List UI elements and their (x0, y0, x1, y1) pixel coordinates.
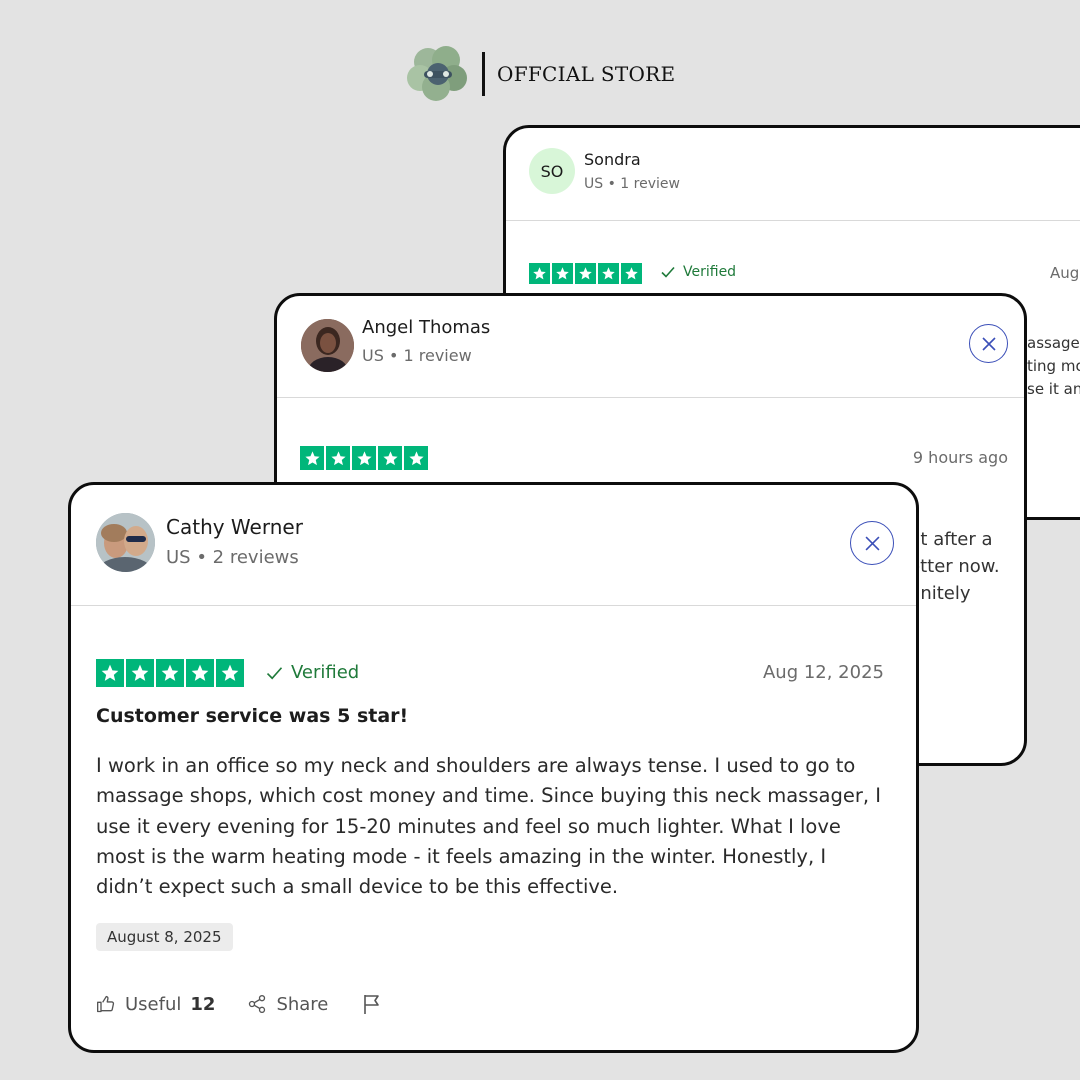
avatar (96, 513, 155, 572)
verified-label: Verified (683, 264, 737, 280)
report-button[interactable] (362, 993, 382, 1015)
star-icon (96, 659, 124, 687)
review-body-line: massage shops, which cost money and time… (96, 784, 881, 808)
star-rating (300, 446, 428, 470)
check-icon (266, 666, 283, 679)
experience-date-chip: August 8, 2025 (96, 923, 233, 951)
store-brand: OFFCIAL STORE (406, 44, 675, 104)
avatar: SO (529, 148, 575, 194)
star-icon (378, 446, 402, 470)
partial-text: assage (1027, 334, 1080, 352)
verified-badge: Verified (266, 662, 359, 683)
card-divider (506, 220, 1080, 221)
review-title: Customer service was 5 star! (96, 705, 409, 727)
close-button[interactable] (969, 324, 1008, 363)
reviewer-meta: US • 1 review (362, 346, 472, 365)
partial-text: ting mo (1027, 357, 1080, 375)
close-icon (865, 536, 879, 550)
reviewer-name[interactable]: Angel Thomas (362, 317, 490, 338)
useful-label: Useful (125, 993, 182, 1015)
store-logo (406, 45, 470, 103)
reviewer-name[interactable]: Sondra (584, 150, 641, 169)
close-button[interactable] (850, 521, 894, 565)
review-actions: Useful 12 Share (96, 993, 382, 1015)
star-icon (598, 263, 619, 284)
star-icon (126, 659, 154, 687)
verified-label: Verified (291, 662, 360, 683)
review-card: Cathy Werner US • 2 reviews Verified Aug… (68, 482, 919, 1053)
useful-count: 12 (190, 993, 216, 1015)
brand-divider (482, 52, 485, 96)
review-body-line: most is the warm heating mode - it feels… (96, 844, 827, 868)
reviewer-meta: US • 2 reviews (166, 547, 299, 568)
star-icon (326, 446, 350, 470)
star-icon (216, 659, 244, 687)
thumbs-up-icon (97, 995, 115, 1013)
verified-badge: Verified (661, 264, 736, 280)
review-date: Aug (1050, 264, 1080, 282)
star-icon (300, 446, 324, 470)
reviewer-meta: US • 1 review (584, 176, 680, 192)
card-divider (71, 605, 916, 606)
share-label: Share (276, 993, 329, 1015)
partial-text: se it an (1027, 380, 1080, 398)
partial-text: etter now. (909, 556, 1000, 577)
star-icon (621, 263, 642, 284)
useful-button[interactable]: Useful 12 (96, 994, 215, 1015)
star-icon (575, 263, 596, 284)
star-icon (352, 446, 376, 470)
partial-text: ut after a (909, 529, 993, 550)
share-icon (249, 995, 266, 1013)
review-body: I work in an office so my neck and shoul… (96, 751, 896, 902)
star-icon (404, 446, 428, 470)
avatar (301, 319, 354, 372)
reviewer-name[interactable]: Cathy Werner (166, 515, 303, 539)
star-rating (96, 659, 244, 687)
close-icon (981, 336, 996, 351)
check-icon (661, 266, 675, 278)
star-icon (529, 263, 550, 284)
star-icon (156, 659, 184, 687)
store-label: OFFCIAL STORE (497, 62, 676, 86)
review-date: Aug 12, 2025 (762, 662, 884, 683)
star-icon (186, 659, 214, 687)
flag-icon (364, 995, 380, 1014)
star-icon (552, 263, 573, 284)
review-body-line: use it every evening for 15-20 minutes a… (96, 814, 841, 838)
card-divider (277, 397, 1024, 398)
avatar-initials: SO (540, 161, 564, 181)
review-body-line: I work in an office so my neck and shoul… (96, 754, 856, 777)
review-body-line: didn’t expect such a small device to be … (96, 875, 619, 899)
share-button[interactable]: Share (247, 994, 328, 1015)
review-date: 9 hours ago (912, 448, 1008, 467)
star-rating (529, 263, 642, 284)
